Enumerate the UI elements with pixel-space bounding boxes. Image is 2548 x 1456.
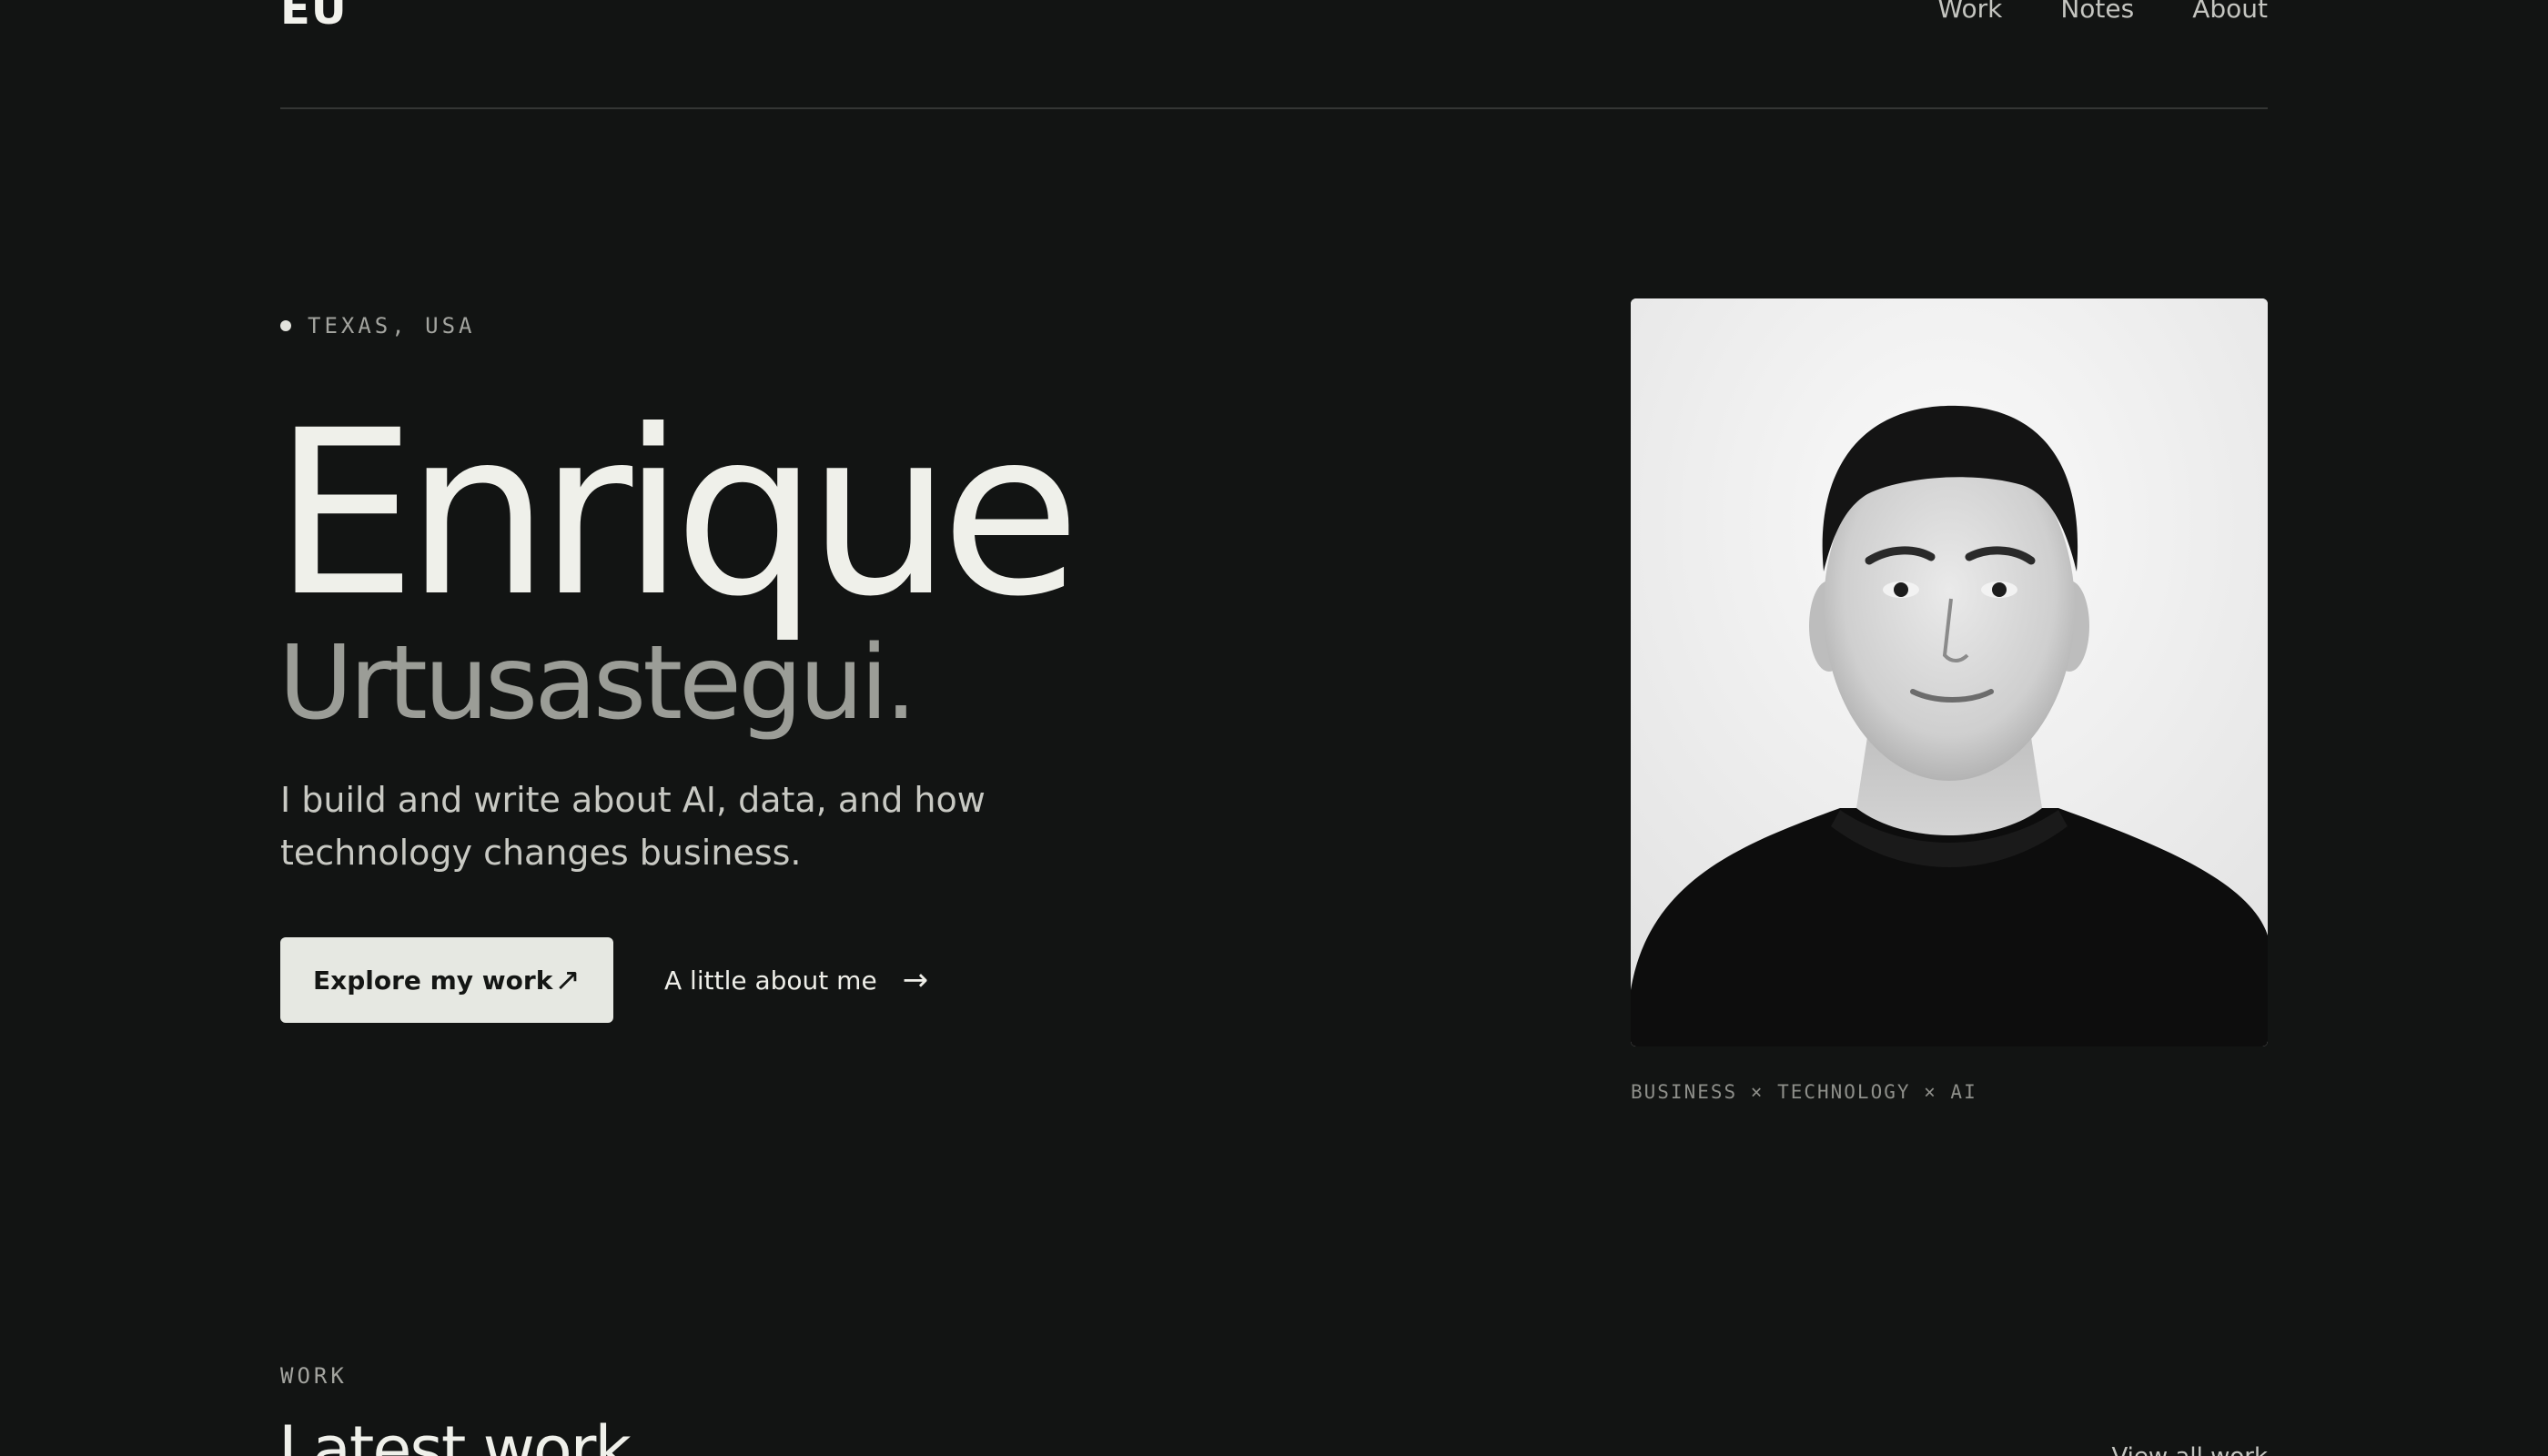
location-dot-icon	[280, 320, 291, 331]
work-section-title: Latest work	[278, 1412, 632, 1456]
header-divider	[280, 107, 2268, 109]
hero-first-name: Enrique	[273, 381, 1081, 646]
arrow-up-right-icon: ↗	[554, 962, 581, 998]
nav-link-notes[interactable]: Notes	[2060, 0, 2134, 27]
hero-last-name: Urtusastegui.	[278, 624, 917, 743]
explore-work-button[interactable]: Explore my work ↗	[280, 937, 613, 1023]
location-text: TEXAS, USA	[308, 313, 476, 339]
work-section-label: WORK	[280, 1363, 348, 1389]
portrait-caption: BUSINESS × TECHNOLOGY × AI	[1631, 1081, 1977, 1103]
explore-work-label: Explore my work	[313, 965, 553, 996]
site-logo[interactable]: EU	[280, 0, 348, 36]
about-me-link[interactable]: A little about me →	[664, 937, 928, 1023]
nav-link-about[interactable]: About	[2192, 0, 2268, 27]
portrait-illustration	[1631, 298, 2268, 1046]
view-all-work-link[interactable]: View all work	[2111, 1443, 2268, 1456]
hero-tagline: I build and write about AI, data, and ho…	[280, 780, 986, 873]
nav-link-work[interactable]: Work	[1937, 0, 2002, 27]
portrait-photo	[1631, 298, 2268, 1046]
location-tag: TEXAS, USA	[280, 313, 476, 339]
about-me-label: A little about me	[664, 965, 877, 996]
arrow-right-icon: →	[902, 962, 929, 998]
main-nav: Work Notes About	[1937, 0, 2268, 27]
